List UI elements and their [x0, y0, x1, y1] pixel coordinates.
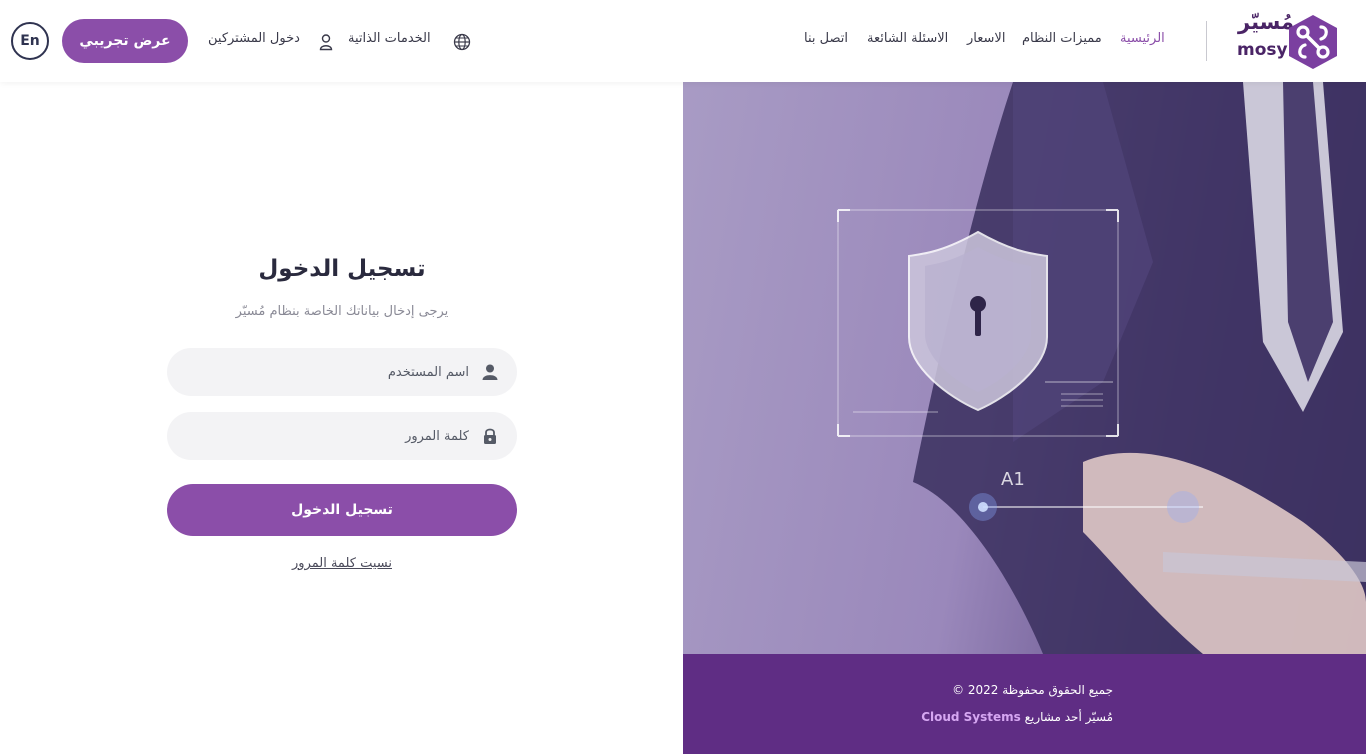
footer-credit-brand[interactable]: Cloud Systems	[921, 710, 1021, 724]
hero-label-a1: A1	[1001, 469, 1025, 490]
self-services-link[interactable]: الخدمات الذاتية	[348, 31, 431, 46]
header-divider	[1206, 21, 1207, 61]
footer-copyright: جميع الحقوق محفوظة 2022 ©	[952, 683, 1113, 697]
top-header: En عرض تجريبي دخول المشتركين الخدمات الذ…	[0, 0, 1366, 82]
login-subtitle: يرجى إدخال بياناتك الخاصة بنظام مُسيّر	[235, 304, 449, 319]
user-icon	[482, 364, 498, 380]
footer-credit: مُسيّر أحد مشاريع Cloud Systems	[921, 710, 1113, 724]
login-submit-button[interactable]: تسجيل الدخول	[167, 484, 517, 536]
language-toggle-button[interactable]: En	[11, 22, 49, 60]
footer-credit-text: مُسيّر أحد مشاريع	[1024, 710, 1113, 724]
nav-features[interactable]: مميزات النظام	[1022, 31, 1102, 46]
mosyr-logo-icon[interactable]	[1286, 13, 1340, 71]
username-field[interactable]	[167, 348, 517, 396]
nav-faq[interactable]: الاسئلة الشائعة	[867, 31, 948, 46]
subscribers-login-link[interactable]: دخول المشتركين	[208, 31, 300, 46]
username-input[interactable]	[191, 348, 469, 396]
forgot-password-link[interactable]: نسيت كلمة المرور	[167, 556, 517, 571]
globe-icon	[453, 33, 471, 51]
nav-home[interactable]: الرئيسية	[1120, 31, 1165, 46]
password-field[interactable]	[167, 412, 517, 460]
password-input[interactable]	[191, 412, 469, 460]
demo-button[interactable]: عرض تجريبي	[62, 19, 188, 63]
security-illustration: A1	[837, 82, 1366, 654]
login-title: تسجيل الدخول	[258, 256, 426, 282]
nav-contact[interactable]: اتصل بنا	[804, 31, 848, 46]
lock-icon	[484, 428, 496, 444]
hero-image: A1	[683, 82, 1366, 654]
footer: جميع الحقوق محفوظة 2022 © مُسيّر أحد مشا…	[683, 654, 1366, 754]
nav-pricing[interactable]: الاسعار	[967, 31, 1005, 46]
user-icon	[319, 34, 333, 51]
